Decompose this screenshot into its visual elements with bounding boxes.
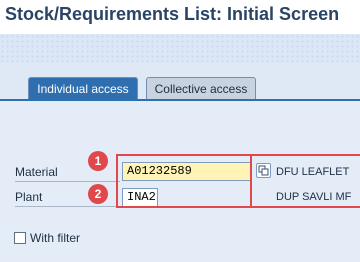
step-badge-2: 2 — [88, 184, 108, 204]
material-row-underline — [15, 181, 120, 182]
title-bar: Stock/Requirements List: Initial Screen — [0, 0, 360, 34]
application-toolbar — [0, 34, 360, 62]
tab-collective-access[interactable]: Collective access — [146, 77, 256, 100]
material-label: Material — [15, 165, 58, 179]
highlight-box — [116, 154, 252, 208]
highlight-box-extension — [250, 154, 360, 208]
with-filter-label: With filter — [30, 231, 81, 245]
tab-individual-access[interactable]: Individual access — [28, 77, 138, 100]
step-badge-1: 1 — [88, 151, 108, 171]
plant-row-underline — [15, 206, 120, 207]
plant-label: Plant — [15, 190, 43, 204]
page-title: Stock/Requirements List: Initial Screen — [5, 4, 340, 24]
with-filter-checkbox[interactable] — [14, 232, 26, 244]
